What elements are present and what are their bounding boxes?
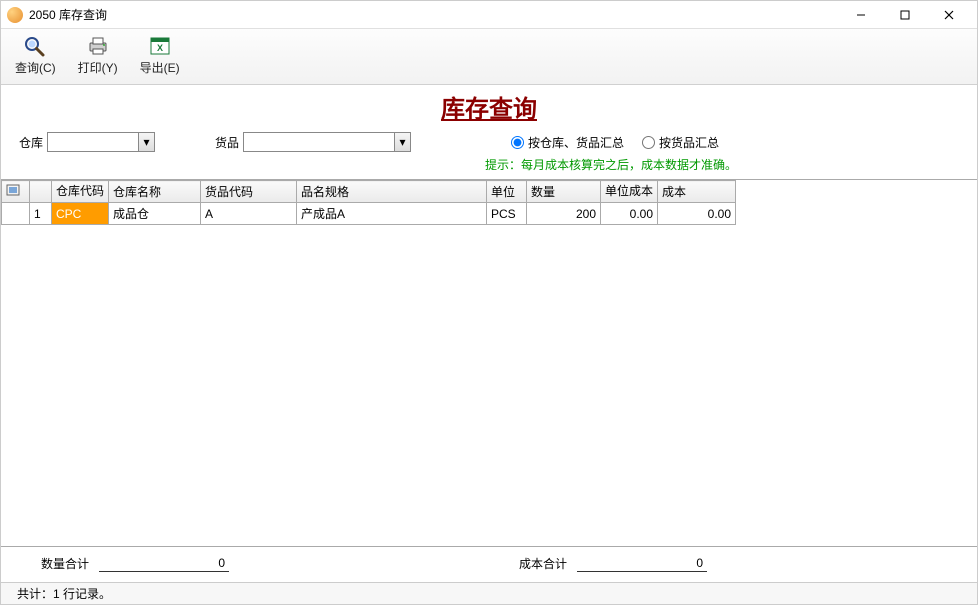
rownum-header	[30, 181, 52, 203]
app-icon	[7, 7, 23, 23]
radio-by-product[interactable]: 按货品汇总	[642, 134, 719, 151]
cell-warehouse-code[interactable]: CPC	[52, 203, 109, 225]
excel-icon: X	[146, 35, 174, 57]
page-title: 库存查询	[441, 97, 537, 123]
warehouse-label: 仓库	[19, 134, 43, 151]
radio-input-1[interactable]	[511, 136, 524, 149]
radio-input-2[interactable]	[642, 136, 655, 149]
col-warehouse-code[interactable]: 仓库代码	[52, 181, 109, 203]
printer-icon	[84, 35, 112, 57]
toolbar: 查询(C) 打印(Y) X 导出(E)	[1, 29, 977, 85]
select-all-header[interactable]	[2, 181, 30, 203]
col-product-spec[interactable]: 品名规格	[297, 181, 487, 203]
col-unit-cost[interactable]: 单位成本	[601, 181, 658, 203]
query-button[interactable]: 查询(C)	[11, 33, 60, 78]
cell-product-spec[interactable]: 产成品A	[297, 203, 487, 225]
cell-cost[interactable]: 0.00	[658, 203, 736, 225]
hint-row: 提示：每月成本核算完之后，成本数据才准确。	[1, 156, 977, 179]
cell-qty[interactable]: 200	[527, 203, 601, 225]
chevron-down-icon[interactable]: ▾	[394, 133, 410, 151]
cell-warehouse-name[interactable]: 成品仓	[109, 203, 201, 225]
magnifier-icon	[21, 35, 49, 57]
filter-row: 仓库 ▾ 货品 ▾ 按仓库、货品汇总 按货品汇总	[1, 130, 977, 156]
export-label: 导出(E)	[140, 59, 180, 76]
export-button[interactable]: X 导出(E)	[136, 33, 184, 78]
row-number: 1	[30, 203, 52, 225]
warehouse-input[interactable]	[48, 133, 138, 151]
radio-label-2: 按货品汇总	[659, 134, 719, 151]
col-unit[interactable]: 单位	[487, 181, 527, 203]
window-title: 2050 库存查询	[29, 6, 839, 23]
cell-product-code[interactable]: A	[201, 203, 297, 225]
maximize-button[interactable]	[883, 3, 927, 27]
close-button[interactable]	[927, 3, 971, 27]
record-count: 共计：1 行记录。	[9, 585, 119, 602]
qty-total-label: 数量合计	[41, 555, 89, 572]
col-product-code[interactable]: 货品代码	[201, 181, 297, 203]
table-row[interactable]: 1 CPC 成品仓 A 产成品A PCS 200 0.00 0.00	[2, 203, 736, 225]
titlebar: 2050 库存查询	[1, 1, 977, 29]
cell-unit[interactable]: PCS	[487, 203, 527, 225]
product-combo[interactable]: ▾	[243, 132, 411, 152]
col-qty[interactable]: 数量	[527, 181, 601, 203]
svg-text:X: X	[157, 43, 163, 53]
cost-total-value: 0	[577, 556, 707, 572]
cost-total-label: 成本合计	[519, 555, 567, 572]
radio-label-1: 按仓库、货品汇总	[528, 134, 624, 151]
summary-mode-group: 按仓库、货品汇总 按货品汇总	[511, 134, 719, 151]
radio-by-warehouse-product[interactable]: 按仓库、货品汇总	[511, 134, 624, 151]
print-button[interactable]: 打印(Y)	[74, 33, 122, 78]
qty-total-value: 0	[99, 556, 229, 572]
col-warehouse-name[interactable]: 仓库名称	[109, 181, 201, 203]
print-label: 打印(Y)	[78, 59, 118, 76]
summary-row: 数量合计 0 成本合计 0	[1, 547, 977, 582]
window-controls	[839, 3, 971, 27]
status-bar: 共计：1 行记录。	[1, 582, 977, 604]
minimize-button[interactable]	[839, 3, 883, 27]
grid-header: 仓库代码 仓库名称 货品代码 品名规格 单位 数量 单位成本 成本	[2, 181, 736, 203]
chevron-down-icon[interactable]: ▾	[138, 133, 154, 151]
row-selector[interactable]	[2, 203, 30, 225]
cell-unit-cost[interactable]: 0.00	[601, 203, 658, 225]
product-input[interactable]	[244, 133, 394, 151]
query-label: 查询(C)	[15, 59, 56, 76]
hint-text: 提示：每月成本核算完之后，成本数据才准确。	[485, 156, 737, 173]
warehouse-combo[interactable]: ▾	[47, 132, 155, 152]
data-grid[interactable]: 仓库代码 仓库名称 货品代码 品名规格 单位 数量 单位成本 成本 1 CPC …	[1, 179, 977, 547]
product-label: 货品	[215, 134, 239, 151]
col-cost[interactable]: 成本	[658, 181, 736, 203]
page-heading-wrap: 库存查询	[1, 85, 977, 130]
